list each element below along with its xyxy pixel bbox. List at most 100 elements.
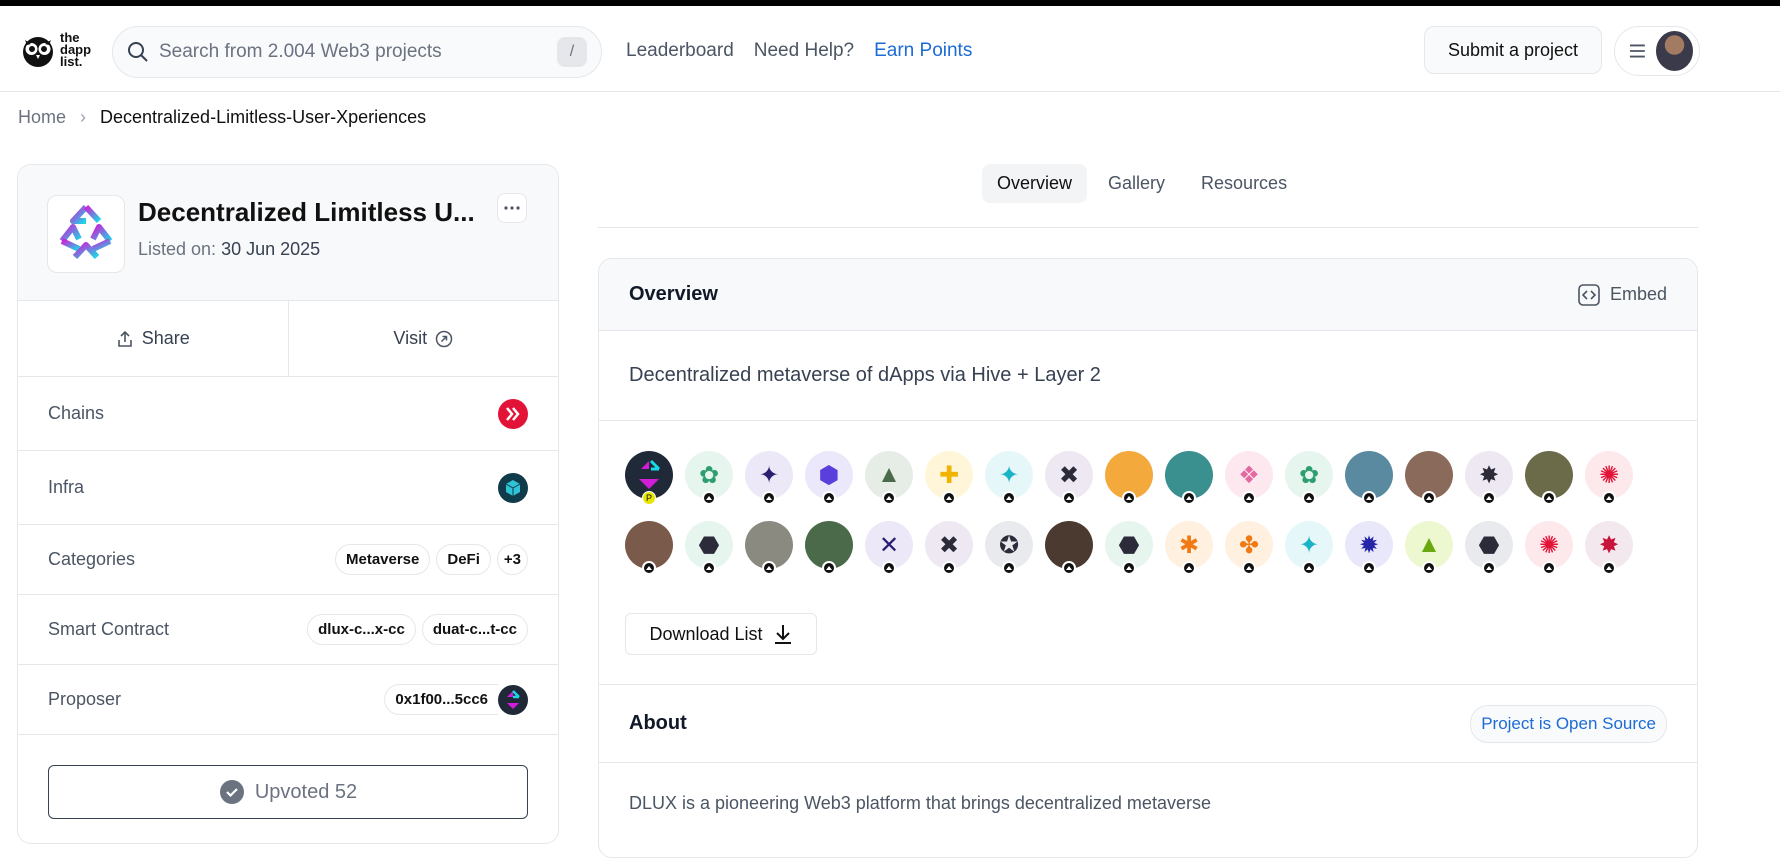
tab-gallery[interactable]: Gallery xyxy=(1093,164,1180,203)
download-label: Download List xyxy=(649,623,763,644)
breadcrumb: Home › Decentralized-Limitless-User-Xper… xyxy=(18,107,426,128)
upvoter-avatar[interactable] xyxy=(1165,451,1213,505)
upvoter-avatar[interactable] xyxy=(1105,451,1153,505)
site-header: the dapp list. / Leaderboard Need Help? … xyxy=(0,6,1780,92)
owl-logo-icon xyxy=(23,37,53,67)
about-text: DLUX is a pioneering Web3 platform that … xyxy=(629,793,1211,813)
more-options-button[interactable] xyxy=(497,193,527,223)
hive-chain-icon[interactable] xyxy=(498,398,528,429)
categories-row: Categories Metaverse DeFi +3 xyxy=(18,525,558,595)
upvoter-avatar[interactable]: ✕ xyxy=(865,521,913,575)
project-actions: Share Visit xyxy=(18,301,558,377)
upvoter-avatar[interactable]: ⬣ xyxy=(1105,521,1153,575)
proposer-label: Proposer xyxy=(48,689,122,709)
upvote-button[interactable]: Upvoted 52 xyxy=(48,765,528,819)
dlux-logo-icon xyxy=(59,204,113,260)
open-source-badge[interactable]: Project is Open Source xyxy=(1470,704,1667,743)
embed-label: Embed xyxy=(1609,284,1667,304)
upvoter-avatar[interactable]: ⬢ xyxy=(805,451,853,505)
tab-resources[interactable]: Resources xyxy=(1186,164,1302,203)
hamburger-icon xyxy=(1629,44,1645,58)
upvote-label: Upvoted 52 xyxy=(254,780,358,803)
main-nav: Leaderboard Need Help? Earn Points xyxy=(626,40,972,62)
upvoter-avatar[interactable]: ❖ xyxy=(1225,451,1273,505)
upvoter-avatar[interactable]: ✦ xyxy=(745,451,793,505)
upvoter-avatar[interactable] xyxy=(745,521,793,575)
submit-project-button[interactable]: Submit a project xyxy=(1424,26,1602,74)
tab-overview[interactable]: Overview xyxy=(982,164,1088,203)
chevron-right-icon: › xyxy=(80,107,87,127)
upvoter-avatar[interactable]: ✿ xyxy=(685,451,733,505)
search-input[interactable] xyxy=(159,41,557,63)
upvoter-avatar[interactable]: ⬣ xyxy=(1465,521,1513,575)
overview-title: Overview xyxy=(629,283,718,305)
upvoter-avatar[interactable]: ✸ xyxy=(1465,451,1513,505)
listed-on: Listed on: 30 Jun 2025 xyxy=(138,239,320,260)
upvoter-avatar[interactable] xyxy=(1525,451,1573,505)
listed-label: Listed on: xyxy=(138,239,217,259)
download-list-button[interactable]: Download List xyxy=(625,613,817,655)
category-chip[interactable]: DeFi xyxy=(436,544,491,575)
proposer-address[interactable]: 0x1f00...5cc6 xyxy=(384,684,498,715)
visit-button[interactable]: Visit xyxy=(289,301,559,376)
upvoter-avatar[interactable]: ✦ xyxy=(1285,521,1333,575)
user-menu-button[interactable] xyxy=(1614,26,1700,76)
embed-button[interactable]: Embed xyxy=(1578,283,1667,306)
breadcrumb-home[interactable]: Home xyxy=(18,107,66,128)
nav-help[interactable]: Need Help? xyxy=(754,40,854,62)
about-title: About xyxy=(629,712,687,734)
category-chip[interactable]: Metaverse xyxy=(334,544,431,575)
upvoter-avatar[interactable]: ⬣ xyxy=(685,521,733,575)
chains-row: Chains xyxy=(18,377,558,451)
contract-chip[interactable]: dlux-c...x-cc xyxy=(307,614,416,645)
upvoter-avatar[interactable]: ✖ xyxy=(1045,451,1093,505)
upvoter-avatar[interactable] xyxy=(625,521,673,575)
project-title: Decentralized Limitless U... xyxy=(138,197,475,227)
proposer-avatar-icon[interactable] xyxy=(498,684,528,715)
upvoter-avatar[interactable]: ✱ xyxy=(1165,521,1213,575)
upvoter-avatar[interactable]: ✺ xyxy=(1525,521,1573,575)
upvoter-avatar[interactable] xyxy=(1045,521,1093,575)
category-more-chip[interactable]: +3 xyxy=(496,544,528,575)
upvoter-avatar[interactable]: ✸ xyxy=(1585,521,1633,575)
infra-cube-icon[interactable] xyxy=(498,472,528,503)
project-card: Decentralized Limitless U... Listed on: … xyxy=(17,164,559,844)
upvoter-avatar[interactable]: ✪ xyxy=(985,521,1033,575)
upvoter-avatar[interactable]: ✿ xyxy=(1285,451,1333,505)
upvoter-avatar[interactable]: ▲ xyxy=(1405,521,1453,575)
chains-label: Chains xyxy=(48,403,105,423)
upvoter-avatar[interactable]: ✺ xyxy=(1585,451,1633,505)
upvoter-avatar[interactable] xyxy=(1345,451,1393,505)
contract-chip[interactable]: duat-c...t-cc xyxy=(421,614,528,645)
upvoter-avatar[interactable] xyxy=(805,521,853,575)
upvoter-avatar[interactable]: ▲ xyxy=(865,451,913,505)
upvoter-avatar[interactable]: ✤ xyxy=(1225,521,1273,575)
search-icon xyxy=(128,42,148,62)
site-logo[interactable]: the dapp list. xyxy=(20,28,100,72)
nav-leaderboard[interactable]: Leaderboard xyxy=(626,40,734,62)
smart-contract-label: Smart Contract xyxy=(48,619,170,639)
external-link-icon xyxy=(435,330,453,347)
upvoter-avatar[interactable]: ✚ xyxy=(925,451,973,505)
nav-earn-points[interactable]: Earn Points xyxy=(874,40,972,62)
search-bar[interactable]: / xyxy=(112,26,602,78)
content-tabs: Overview Gallery Resources xyxy=(598,164,1698,228)
ellipsis-icon xyxy=(504,206,520,210)
upvoter-avatar[interactable]: ✹ xyxy=(1345,521,1393,575)
code-icon xyxy=(1578,283,1600,306)
avatar xyxy=(1655,31,1693,71)
check-circle-icon xyxy=(219,780,244,804)
listed-date: 30 Jun 2025 xyxy=(221,239,321,259)
infra-label: Infra xyxy=(48,477,85,497)
logo-line: list. xyxy=(60,54,83,69)
smart-contract-row: Smart Contract dlux-c...x-cc duat-c...t-… xyxy=(18,595,558,665)
overview-panel: Overview Embed Decentralized metaverse o… xyxy=(598,258,1698,858)
upvoter-avatar[interactable]: ✦ xyxy=(985,451,1033,505)
upvoter-avatar[interactable] xyxy=(1405,451,1453,505)
share-button[interactable]: Share xyxy=(18,301,289,376)
upvoter-avatar[interactable]: P xyxy=(625,451,673,505)
search-shortcut: / xyxy=(557,37,587,67)
about-header: About Project is Open Source xyxy=(599,685,1697,763)
upvoters-grid: P ✿ ✦ ⬢ ▲ ✚ ✦ ✖ ❖ ✿ ✸ ✺ ⬣ ✕ ✖ ✪ ⬣ ✱ ✤ ✦ … xyxy=(599,421,1697,685)
upvoter-avatar[interactable]: ✖ xyxy=(925,521,973,575)
